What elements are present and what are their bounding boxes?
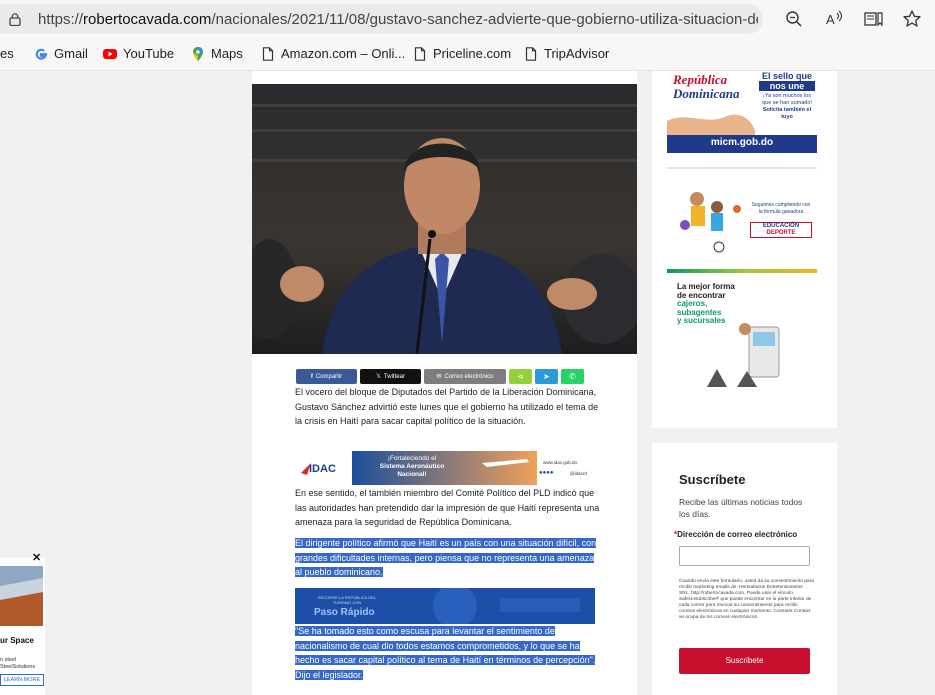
article-paragraph-2: En ese sentido, el también miembro del C…: [295, 488, 600, 527]
bookmark-amazon[interactable]: Amazon.com – Onli...: [261, 46, 405, 61]
browser-toolbar: https://robertocavada.com/nacionales/202…: [0, 0, 935, 38]
subscribe-title: Suscríbete: [679, 472, 746, 487]
idac-url: www.idac.gob.do: [543, 460, 578, 465]
page-icon: [262, 46, 274, 61]
share-whatsapp-button[interactable]: ✆: [561, 369, 584, 384]
micm-cta: Solicita también el tuyo: [762, 107, 812, 120]
reader-view-icon[interactable]: [863, 9, 883, 29]
micm-title-1: República: [673, 72, 728, 87]
inefi-line: Seguimos cumpliendo con la fórmula ganad…: [751, 202, 811, 215]
read-aloud-icon[interactable]: A: [825, 9, 845, 29]
telegram-icon: ➤: [543, 372, 550, 381]
page-icon: [525, 46, 537, 61]
left-ad-title: ur Space: [0, 636, 34, 645]
idac-ad-banner[interactable]: IDAC ¡Fortaleciendo el Sistema Aeronáuti…: [297, 451, 597, 485]
x-icon: 𝕏: [376, 374, 381, 380]
left-floating-ad[interactable]: ur Space n steel SteelSolutions LEARN MO…: [0, 558, 45, 695]
article-photo: [252, 84, 637, 354]
whatsapp-icon: ✆: [569, 372, 576, 381]
bank-ad-graphic: [707, 323, 780, 387]
micm-sub: ¡Ya son muchos los que se han sumado!: [762, 93, 812, 106]
micm-tag-2: nos une: [759, 81, 815, 91]
article-paragraph-4: "Se ha tomado esto como escusa para leva…: [295, 624, 600, 682]
share-facebook-button[interactable]: f Compartir: [296, 369, 357, 384]
bookmarks-bar: es Gmail YouTube Maps Amazon.com – Onli.…: [0, 38, 935, 71]
favorite-star-icon[interactable]: [902, 9, 922, 29]
youtube-icon: [103, 48, 117, 59]
email-field[interactable]: [679, 546, 810, 566]
highlighted-quote: "Se ha tomado esto como escusa para leva…: [295, 626, 596, 680]
politician-photo: [252, 84, 637, 354]
address-bar[interactable]: https://robertocavada.com/nacionales/202…: [0, 4, 763, 34]
micm-url: micm.gob.do: [710, 137, 774, 148]
micm-ad[interactable]: República Dominicana El sello que nos un…: [667, 71, 817, 153]
inefi-brand-1: EDUCACIÓN: [762, 223, 800, 229]
share-sharethis-button[interactable]: ⋖: [509, 369, 532, 384]
idac-logo: IDAC: [309, 463, 336, 475]
bookmark-youtube[interactable]: YouTube: [103, 46, 174, 61]
paso-small-text: RECORRE LA REPÚBLICA DEL TURISMO CON: [317, 595, 377, 605]
inefi-ad[interactable]: Seguimos cumpliendo con la fórmula ganad…: [667, 167, 817, 259]
subscribe-description: Recibe las últimas noticias todos los dí…: [679, 497, 803, 519]
idac-text-line1: ¡Fortaleciendo el: [387, 455, 437, 462]
close-icon[interactable]: ✕: [32, 552, 42, 564]
url-text[interactable]: https://robertocavada.com/nacionales/202…: [38, 11, 758, 28]
zoom-icon[interactable]: [784, 9, 804, 29]
bookmark-maps[interactable]: Maps: [191, 46, 243, 61]
article-paragraph-1: El vocero del bloque de Diputados del Pa…: [295, 387, 599, 426]
share-buttons: f Compartir 𝕏 Twittear ✉ Correo electrónico…: [296, 369, 584, 385]
bookmark-priceline[interactable]: Priceline.com: [413, 46, 511, 61]
paso-rapido-graphic: [295, 588, 595, 624]
bookmark-gmail[interactable]: Gmail: [34, 46, 88, 61]
facebook-icon: f: [310, 373, 313, 380]
email-label-text: Dirección de correo electrónico: [677, 530, 798, 539]
svg-text:A: A: [826, 12, 835, 27]
email-field-label: *Dirección de correo electrónico: [674, 530, 797, 539]
paso-title: Paso Rápido: [314, 607, 375, 618]
envelope-icon: ✉: [436, 374, 442, 380]
idac-text-line3: Nacional!: [397, 471, 427, 478]
left-ad-learn-more[interactable]: LEARN MORE: [0, 674, 44, 686]
subscribe-widget: Suscríbete Recibe las últimas noticias t…: [652, 443, 837, 695]
google-icon: [35, 48, 47, 60]
web-page: f Compartir 𝕏 Twittear ✉ Correo electrónico…: [0, 71, 935, 695]
subscribe-legal-text: Cuando envía este formulario, usted da s…: [679, 579, 814, 620]
micm-title-2: Dominicana: [673, 86, 740, 101]
inefi-brand-2: DEPORTE: [766, 230, 796, 236]
subscribe-button[interactable]: Suscribete: [679, 648, 810, 674]
lock-icon[interactable]: [9, 13, 21, 26]
article-paragraph-3: El dirigente político afirmó que Haití e…: [295, 536, 600, 580]
page-icon: [414, 46, 426, 61]
idac-text-line2: Sistema Aeronáutico: [379, 463, 445, 470]
maps-icon: [193, 46, 203, 61]
idac-handle: @idacrd: [570, 471, 587, 476]
highlighted-text: El dirigente político afirmó que Haití e…: [295, 538, 597, 577]
share-email-button[interactable]: ✉ Correo electrónico: [424, 369, 506, 384]
left-ad-sub-2: SteelSolutions: [0, 664, 36, 670]
share-icon: ⋖: [517, 372, 524, 381]
social-icons: ●●●●: [539, 470, 554, 476]
bookmark-es[interactable]: es: [0, 46, 14, 61]
micm-tag-1: El sello que: [761, 71, 812, 81]
share-telegram-button[interactable]: ➤: [535, 369, 558, 384]
bookmark-tripadvisor[interactable]: TripAdvisor: [524, 46, 609, 61]
bank-locator-ad[interactable]: La mejor forma de encontrar cajeros, sub…: [667, 269, 817, 401]
steel-ad-graphic: [0, 566, 43, 626]
share-twitter-button[interactable]: 𝕏 Twittear: [360, 369, 421, 384]
paso-rapido-ad-banner[interactable]: RECORRE LA REPÚBLICA DEL TURISMO CON Pas…: [295, 588, 595, 624]
left-ad-sub-1: n steel: [0, 657, 17, 663]
